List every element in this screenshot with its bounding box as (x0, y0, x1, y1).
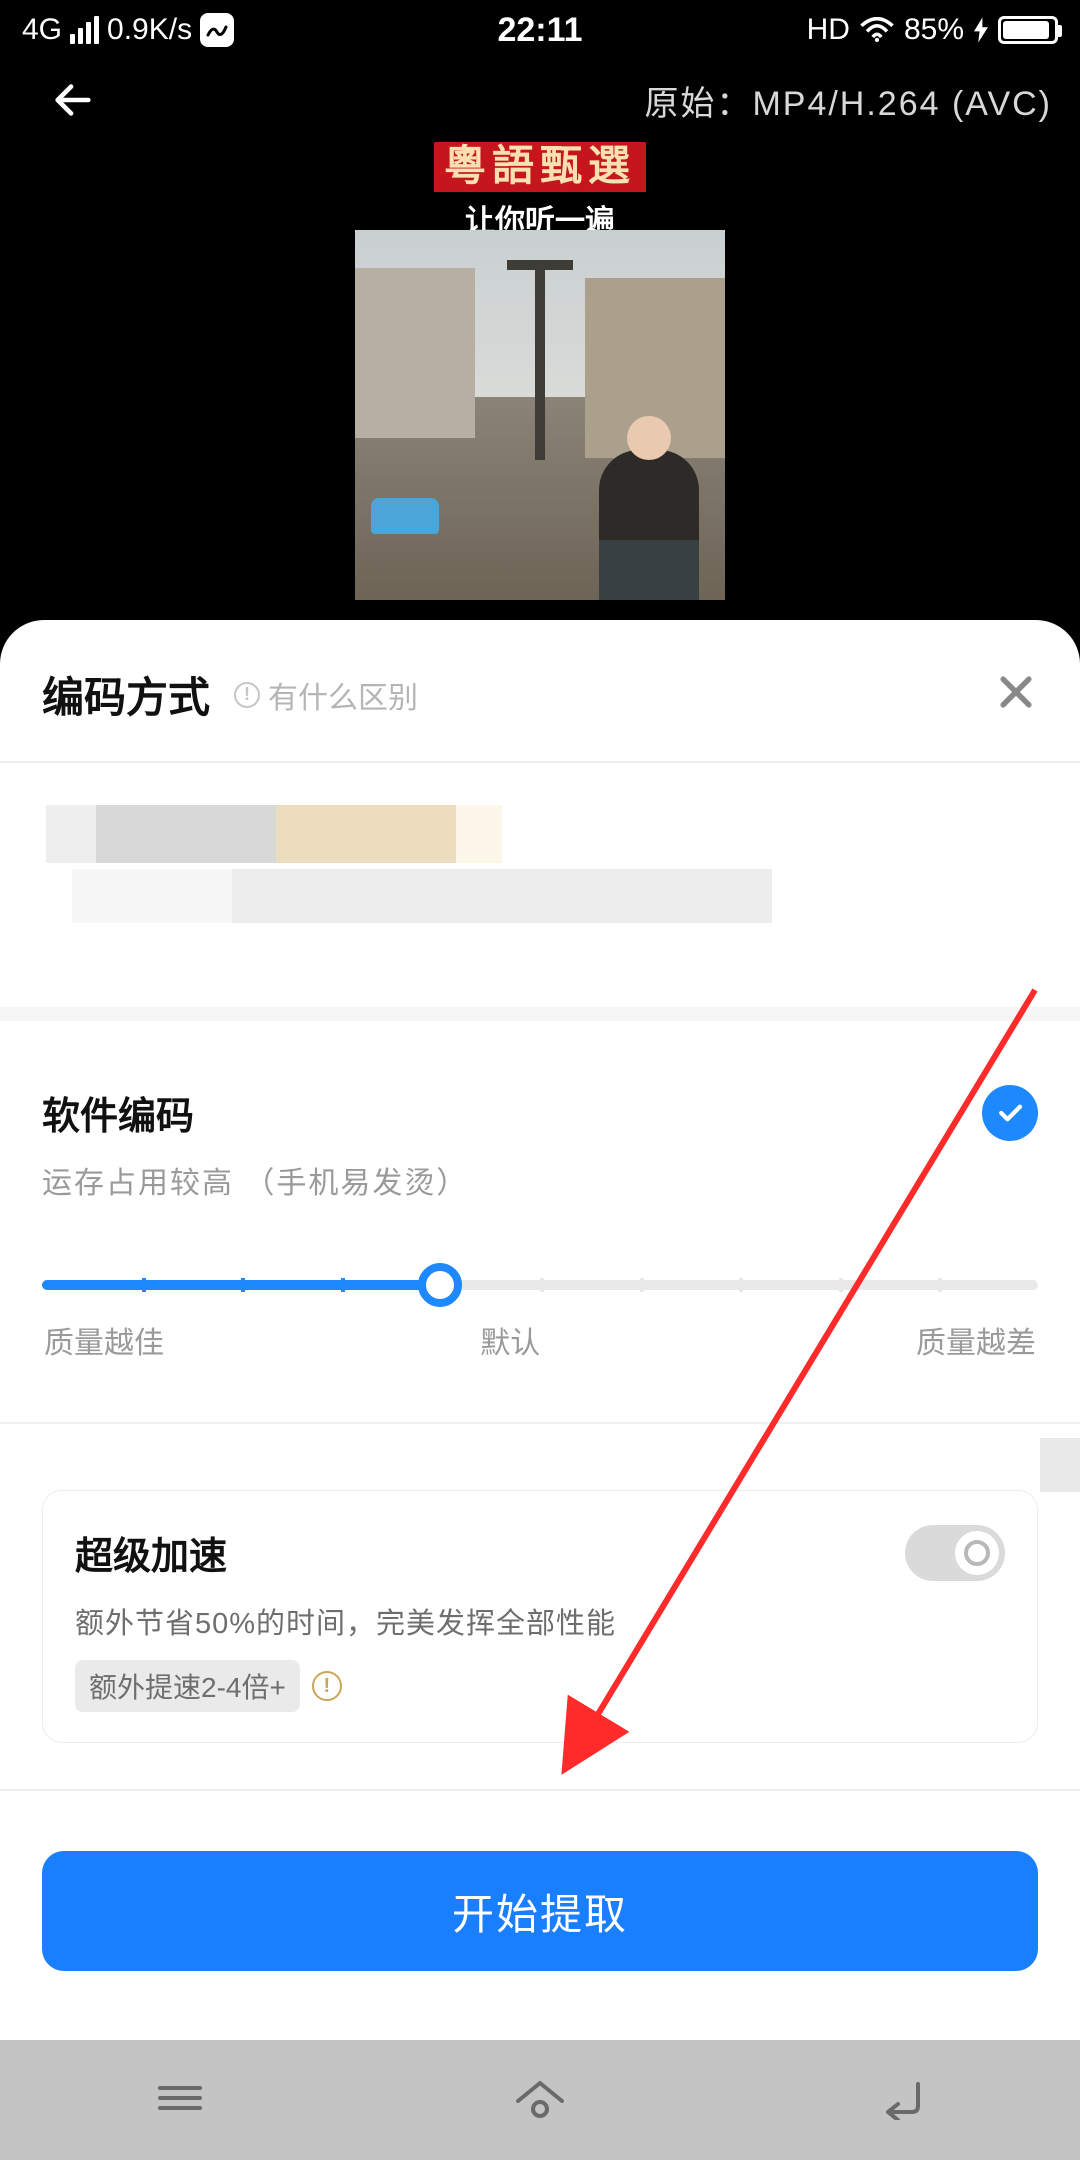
battery-percent: 85% (904, 13, 964, 47)
accel-title: 超级加速 (75, 1525, 1005, 1580)
clock: 22:11 (497, 11, 582, 50)
top-nav: 原始：MP4/H.264 (AVC) (0, 60, 1080, 140)
slider-label-mid: 默认 (480, 1318, 540, 1362)
system-nav-bar (0, 2040, 1080, 2160)
info-icon: ! (234, 682, 260, 708)
encoding-sheet: 编码方式 ! 有什么区别 软件编码 运存占用较高 （手机易发烫） (0, 620, 1080, 2160)
slider-knob[interactable] (418, 1263, 462, 1307)
network-type: 4G (22, 13, 62, 47)
accel-desc: 额外节省50%的时间，完美发挥全部性能 (75, 1600, 1005, 1642)
video-thumbnail[interactable] (355, 230, 725, 600)
encoding-options-row[interactable] (0, 763, 1080, 977)
close-button[interactable] (994, 670, 1038, 719)
video-preview: 粵語甄選 让你听一遍 就忘不了的神仙歌曲 (0, 140, 1080, 620)
slider-label-right: 质量越差 (916, 1318, 1036, 1362)
preview-title: 粵語甄選 (434, 142, 646, 192)
hd-indicator: HD (807, 13, 850, 47)
charging-icon (974, 17, 988, 43)
accel-toggle[interactable] (905, 1525, 1005, 1581)
back-nav-button[interactable] (870, 2076, 930, 2125)
super-accel-card: 超级加速 额外节省50%的时间，完美发挥全部性能 额外提速2-4倍+ ! (42, 1490, 1038, 1743)
primary-button-label: 开始提取 (452, 1881, 628, 1942)
signal-icon (70, 16, 99, 44)
source-format: 原始：MP4/H.264 (AVC) (644, 76, 1052, 125)
status-bar: 4G 0.9K/s 22:11 HD 85% (0, 0, 1080, 60)
help-label: 有什么区别 (268, 673, 418, 717)
home-button[interactable] (510, 2075, 570, 2126)
option-desc: 运存占用较高 （手机易发烫） (42, 1158, 1038, 1202)
warning-icon[interactable]: ! (312, 1671, 342, 1701)
back-button[interactable] (50, 77, 96, 123)
battery-icon (998, 16, 1058, 44)
option-title: 软件编码 (42, 1085, 1038, 1140)
selected-check-icon (982, 1085, 1038, 1141)
app-indicator-icon (200, 13, 234, 47)
quality-slider[interactable]: 质量越佳 默认 质量越差 (0, 1232, 1080, 1372)
recents-button[interactable] (150, 2078, 210, 2123)
network-speed: 0.9K/s (107, 13, 192, 47)
wifi-icon (860, 17, 894, 43)
software-encode-option[interactable]: 软件编码 运存占用较高 （手机易发烫） (0, 1021, 1080, 1232)
slider-label-left: 质量越佳 (44, 1318, 164, 1362)
start-extract-button[interactable]: 开始提取 (42, 1851, 1038, 1971)
sheet-title: 编码方式 (42, 664, 210, 725)
accel-badge: 额外提速2-4倍+ (75, 1660, 300, 1712)
help-link[interactable]: ! 有什么区别 (234, 673, 418, 717)
